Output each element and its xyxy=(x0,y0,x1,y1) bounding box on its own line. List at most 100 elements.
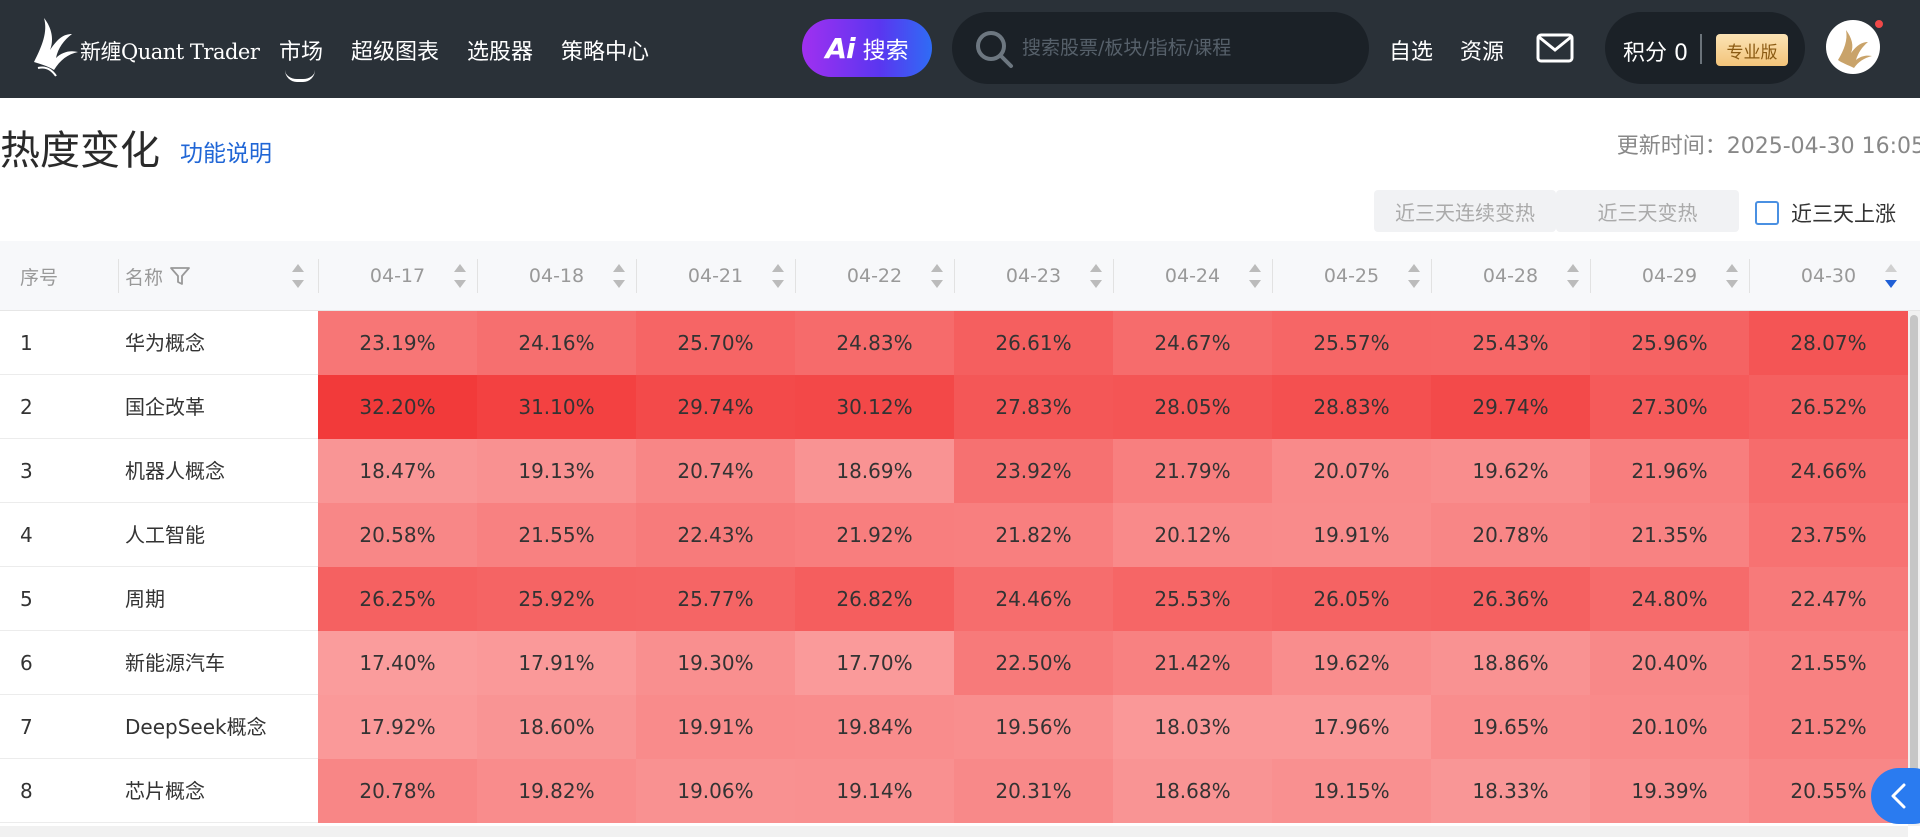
avatar[interactable] xyxy=(1826,20,1880,74)
header-divider xyxy=(954,259,955,293)
row-name[interactable]: 机器人概念 xyxy=(125,439,225,503)
sort-icon[interactable] xyxy=(771,262,785,290)
vertical-scrollbar-thumb[interactable] xyxy=(1910,315,1918,815)
sort-icon[interactable] xyxy=(1407,262,1421,290)
sort-icon[interactable] xyxy=(1089,262,1103,290)
heat-cell: 29.74% xyxy=(1431,375,1590,439)
heat-cell: 18.03% xyxy=(1113,695,1272,759)
sort-icon[interactable] xyxy=(930,262,944,290)
chevron-left-icon xyxy=(1891,783,1906,809)
row-name[interactable]: DeepSeek概念 xyxy=(125,695,267,759)
heat-cell: 26.82% xyxy=(795,567,954,631)
heat-cell: 28.07% xyxy=(1749,311,1908,375)
ai-search-button[interactable]: Ai 搜索 xyxy=(802,19,932,77)
heat-cell: 21.79% xyxy=(1113,439,1272,503)
heat-cell: 21.35% xyxy=(1590,503,1749,567)
heat-cell: 20.40% xyxy=(1590,631,1749,695)
heat-cell: 17.40% xyxy=(318,631,477,695)
ai-search-label: 搜索 xyxy=(862,38,909,64)
table-row[interactable]: 5 周期 26.25% 25.92% 25.77% 26.82% 24.46% 25.53% 2… xyxy=(0,567,1908,631)
heat-cell: 21.55% xyxy=(477,503,636,567)
heat-cell: 20.31% xyxy=(954,759,1113,823)
heat-cell: 22.43% xyxy=(636,503,795,567)
table-row[interactable]: 8 芯片概念 20.78% 19.82% 19.06% 19.14% 20.31% 18.68… xyxy=(0,759,1908,823)
rising-filter[interactable]: 近三天上涨 xyxy=(1755,198,1896,228)
nav-super-chart[interactable]: 超级图表 xyxy=(351,34,439,66)
row-name[interactable]: 人工智能 xyxy=(125,503,205,567)
points-pill[interactable]: 积分 0 专业版 xyxy=(1605,12,1805,84)
pro-badge[interactable]: 专业版 xyxy=(1716,34,1788,66)
funnel-icon[interactable] xyxy=(169,265,191,287)
table-row[interactable]: 1 华为概念 23.19% 24.16% 25.70% 24.83% 26.61% 24.67… xyxy=(0,311,1908,375)
heat-cell: 19.84% xyxy=(795,695,954,759)
sort-icon[interactable] xyxy=(1248,262,1262,290)
heat-cell: 19.06% xyxy=(636,759,795,823)
nav-active-indicator xyxy=(285,70,315,82)
table-row[interactable]: 6 新能源汽车 17.40% 17.91% 19.30% 17.70% 22.50% 21.4… xyxy=(0,631,1908,695)
table-row[interactable]: 2 国企改革 32.20% 31.10% 29.74% 30.12% 27.83% 28.05… xyxy=(0,375,1908,439)
heat-cell: 19.62% xyxy=(1272,631,1431,695)
logo-icon[interactable] xyxy=(28,12,82,78)
header-divider xyxy=(318,259,319,293)
row-index: 7 xyxy=(20,715,33,739)
table-row[interactable]: 3 机器人概念 18.47% 19.13% 20.74% 18.69% 23.92% 21.7… xyxy=(0,439,1908,503)
sort-icon[interactable] xyxy=(291,262,305,290)
side-panel-toggle[interactable] xyxy=(1871,768,1920,824)
table-row[interactable]: 7 DeepSeek概念 17.92% 18.60% 19.91% 19.84% 19.56… xyxy=(0,695,1908,759)
heat-cell: 19.91% xyxy=(1272,503,1431,567)
heat-cell: 20.78% xyxy=(318,759,477,823)
avatar-phoenix-icon xyxy=(1838,30,1872,68)
header-divider xyxy=(477,259,478,293)
points-separator xyxy=(1700,34,1702,64)
heat-cell: 31.10% xyxy=(477,375,636,439)
heat-cell: 26.61% xyxy=(954,311,1113,375)
heat-cell: 19.15% xyxy=(1272,759,1431,823)
search-box[interactable] xyxy=(952,12,1369,84)
watchlist-link[interactable]: 自选 xyxy=(1389,34,1433,66)
nav-stock-screener[interactable]: 选股器 xyxy=(467,34,533,66)
sort-icon[interactable] xyxy=(1725,262,1739,290)
row-name[interactable]: 国企改革 xyxy=(125,375,205,439)
search-input[interactable] xyxy=(1022,30,1342,66)
search-icon[interactable] xyxy=(974,29,1014,69)
horizontal-scrollbar[interactable] xyxy=(0,826,1908,837)
row-index: 5 xyxy=(20,587,33,611)
heat-cell: 27.83% xyxy=(954,375,1113,439)
row-index: 8 xyxy=(20,779,33,803)
update-time: 更新时间：2025-04-30 16:05 xyxy=(1616,134,1920,159)
sort-icon[interactable] xyxy=(453,262,467,290)
brand-name[interactable]: 新缠Quant Trader xyxy=(80,36,260,66)
heat-cell: 18.47% xyxy=(318,439,477,503)
header-divider xyxy=(636,259,637,293)
row-name[interactable]: 新能源汽车 xyxy=(125,631,225,695)
heat-cell: 21.96% xyxy=(1590,439,1749,503)
heat-cell: 18.69% xyxy=(795,439,954,503)
heat-cell: 32.20% xyxy=(318,375,477,439)
col-name-header[interactable]: 名称 xyxy=(125,241,191,311)
row-name[interactable]: 周期 xyxy=(125,567,165,631)
heat-cell: 22.50% xyxy=(954,631,1113,695)
filter-continuous-hot-button[interactable]: 近三天连续变热 xyxy=(1374,190,1556,232)
sort-icon[interactable] xyxy=(1566,262,1580,290)
heat-cell: 17.70% xyxy=(795,631,954,695)
table-row[interactable]: 4 人工智能 20.58% 21.55% 22.43% 21.92% 21.82% 20.12… xyxy=(0,503,1908,567)
resources-link[interactable]: 资源 xyxy=(1460,34,1504,66)
heat-cell: 25.70% xyxy=(636,311,795,375)
heat-cell: 17.91% xyxy=(477,631,636,695)
heat-cell: 17.92% xyxy=(318,695,477,759)
nav-strategy-center[interactable]: 策略中心 xyxy=(561,34,649,66)
help-link[interactable]: 功能说明 xyxy=(180,134,272,168)
rising-checkbox[interactable] xyxy=(1755,201,1779,225)
row-name[interactable]: 华为概念 xyxy=(125,311,205,375)
heat-cell: 19.14% xyxy=(795,759,954,823)
sort-icon[interactable] xyxy=(1884,262,1898,290)
filter-hot-button[interactable]: 近三天变热 xyxy=(1556,190,1739,232)
row-index: 2 xyxy=(20,395,33,419)
heat-cell: 17.96% xyxy=(1272,695,1431,759)
nav-market[interactable]: 市场 xyxy=(279,34,323,66)
heat-cell: 22.47% xyxy=(1749,567,1908,631)
vertical-scrollbar[interactable] xyxy=(1908,311,1920,826)
row-name[interactable]: 芯片概念 xyxy=(125,759,205,823)
mail-icon[interactable] xyxy=(1536,33,1574,63)
sort-icon[interactable] xyxy=(612,262,626,290)
